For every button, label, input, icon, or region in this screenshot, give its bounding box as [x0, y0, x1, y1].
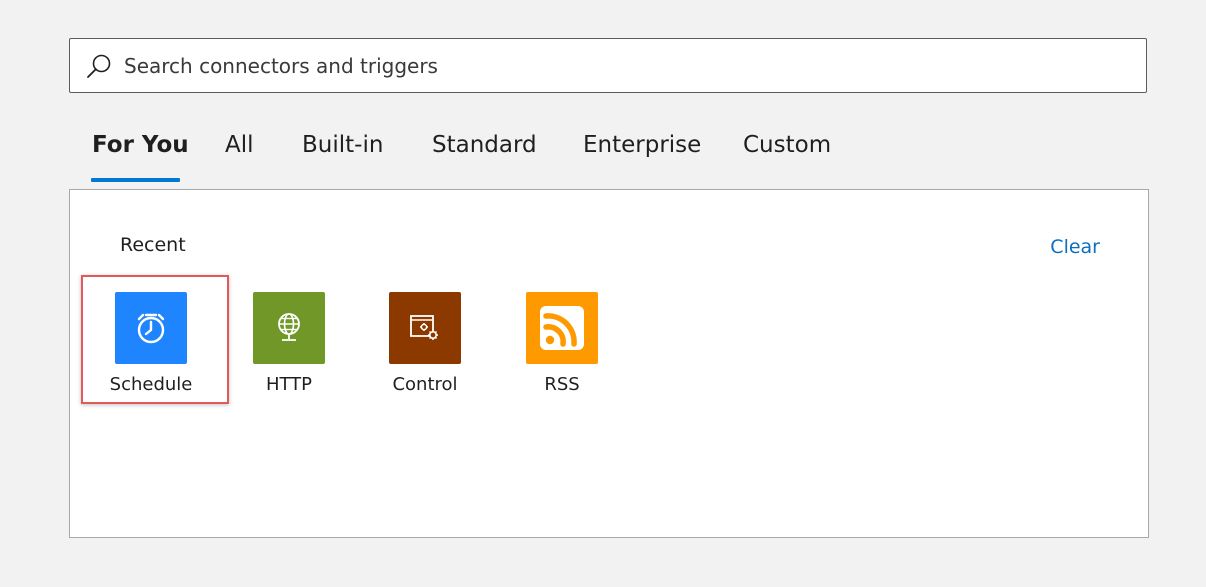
connector-label: Schedule: [109, 374, 193, 395]
connector-label: RSS: [544, 374, 580, 395]
tab-all[interactable]: All: [225, 124, 254, 182]
control-tile: [389, 292, 461, 364]
connector-http[interactable]: HTTP: [225, 292, 345, 404]
tab-built-in[interactable]: Built-in: [302, 124, 383, 182]
connector-label: HTTP: [265, 374, 313, 395]
http-tile: [253, 292, 325, 364]
connector-schedule[interactable]: Schedule: [87, 292, 207, 404]
rss-feed-icon: [540, 306, 584, 350]
tab-enterprise[interactable]: Enterprise: [583, 124, 701, 182]
tab-for-you[interactable]: For You: [92, 124, 189, 182]
active-tab-indicator: [91, 178, 180, 182]
schedule-tile: [115, 292, 187, 364]
tab-standard[interactable]: Standard: [432, 124, 537, 182]
clear-link[interactable]: Clear: [1050, 236, 1100, 258]
search-input[interactable]: [124, 39, 1134, 92]
tab-custom[interactable]: Custom: [743, 124, 831, 182]
globe-icon: [278, 313, 300, 341]
rss-tile: [526, 292, 598, 364]
window-gears-icon: [410, 315, 438, 340]
connector-control[interactable]: Control: [361, 292, 481, 404]
search-icon: [87, 54, 111, 78]
connector-label: Control: [392, 374, 458, 395]
connectors-panel: Recent Clear Schedule HTTP Control RSS: [69, 189, 1149, 538]
search-box[interactable]: [69, 38, 1147, 93]
alarm-clock-icon: [137, 313, 165, 344]
recent-heading: Recent: [120, 234, 186, 256]
connector-rss[interactable]: RSS: [498, 292, 618, 404]
